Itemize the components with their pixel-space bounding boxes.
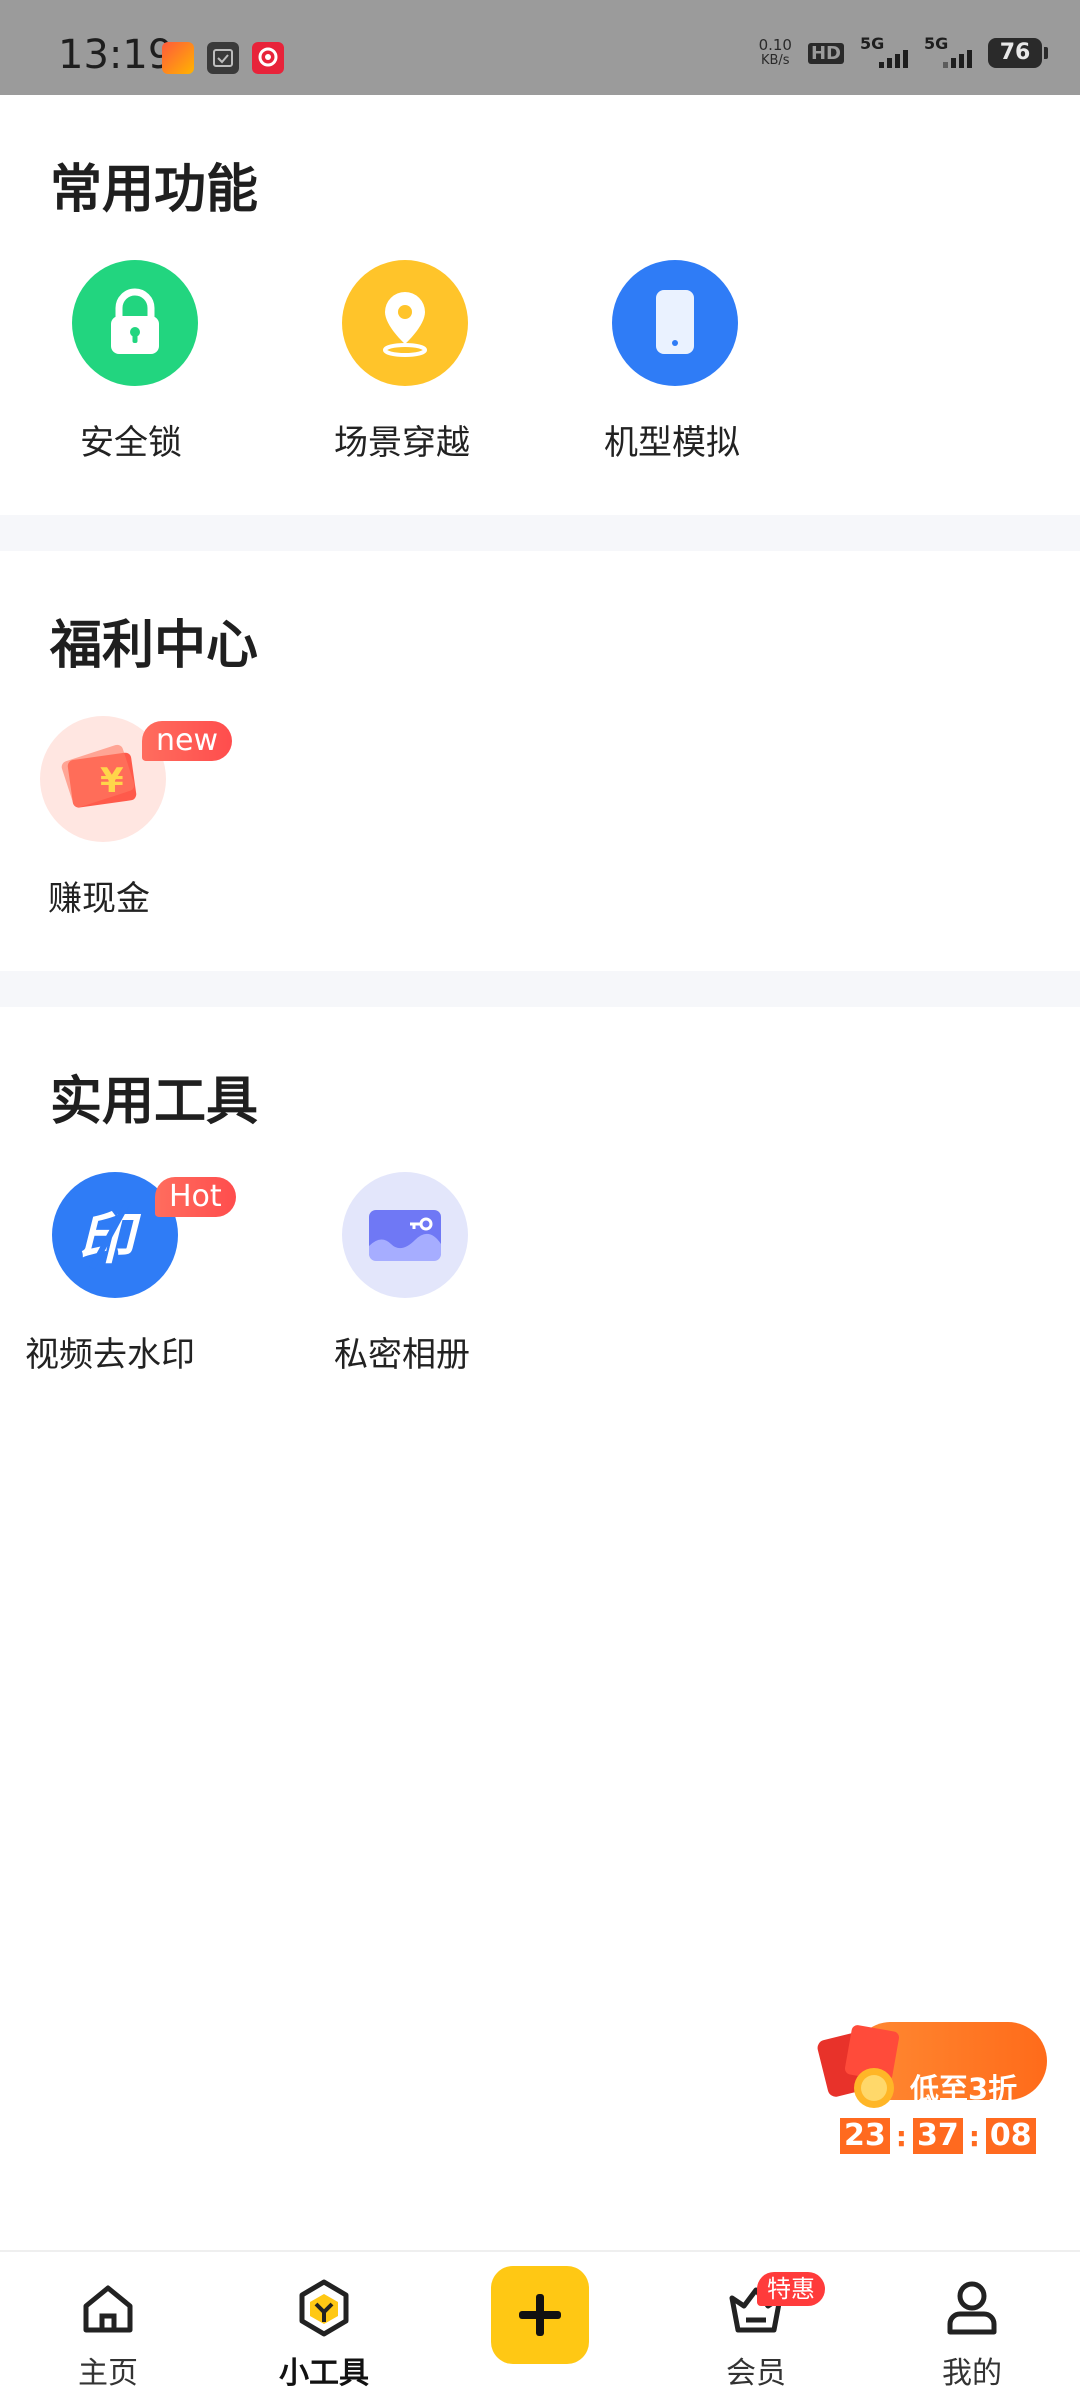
status-right: 0.10 KB/s HD 5G 5G 76 — [758, 34, 1048, 69]
countdown-sep: : — [968, 2119, 980, 2153]
countdown-sep: : — [895, 2119, 907, 2153]
lock-icon — [72, 260, 198, 386]
notification-app-icon-2 — [207, 42, 239, 74]
nav-label: 主页 — [78, 2356, 138, 2391]
nav-tools[interactable]: 小工具 — [244, 2252, 404, 2402]
tile-label: 视频去水印 — [25, 1335, 195, 1375]
tile-label: 安全锁 — [80, 423, 182, 463]
hot-badge: Hot — [155, 1177, 236, 1217]
signal-icon-sim1: 5G — [860, 34, 908, 68]
battery-icon: 76 — [988, 38, 1048, 68]
tile-label: 机型模拟 — [604, 423, 740, 463]
tile-device-simulation[interactable]: 机型模拟 — [600, 260, 750, 463]
notification-app-icon-1 — [162, 42, 194, 74]
countdown-seconds: 08 — [985, 2118, 1036, 2154]
special-offer-badge: 特惠 — [757, 2272, 825, 2306]
home-icon — [83, 2285, 133, 2333]
signal-icon-sim2: 5G — [924, 34, 972, 68]
tile-remove-watermark[interactable]: 印 Hot 视频去水印 — [25, 1172, 245, 1375]
nav-label: 我的 — [942, 2356, 1002, 2391]
svg-text:¥: ¥ — [100, 761, 124, 801]
location-pin-icon — [342, 260, 468, 386]
gift-coin-icon — [817, 2025, 900, 2108]
section-title-tools: 实用工具 — [50, 1072, 259, 1132]
tile-private-album[interactable]: 私密相册 — [330, 1172, 490, 1375]
tile-label: 赚现金 — [48, 879, 150, 919]
section-divider — [0, 515, 1080, 551]
plus-icon — [519, 2294, 561, 2336]
countdown-hours: 23 — [840, 2118, 890, 2154]
new-badge: new — [142, 721, 233, 761]
tools-icon — [299, 2279, 349, 2337]
nav-label: 会员 — [726, 2356, 786, 2391]
status-bar: 13:19 0.10 KB/s HD 5G 5G 76 — [0, 0, 1080, 95]
section-title-common: 常用功能 — [50, 160, 259, 220]
tile-scene-travel[interactable]: 场景穿越 — [330, 260, 480, 463]
plus-button[interactable] — [491, 2266, 589, 2364]
welfare-center-section: 福利中心 ¥ new 赚现金 — [0, 551, 1080, 971]
common-functions-section: 常用功能 安全锁 场景穿越 机型模拟 — [0, 95, 1080, 515]
profile-icon — [947, 2281, 997, 2335]
tile-earn-cash[interactable]: ¥ new 赚现金 — [38, 716, 238, 919]
countdown-minutes: 37 — [912, 2118, 963, 2154]
section-title-welfare: 福利中心 — [50, 616, 259, 676]
nav-home[interactable]: 主页 — [28, 2252, 188, 2402]
section-divider — [0, 971, 1080, 1007]
private-album-icon — [342, 1172, 468, 1298]
bottom-nav: 主页 小工具 会员 特惠 我的 — [0, 2250, 1080, 2402]
tile-label: 场景穿越 — [334, 423, 470, 463]
notification-app-icon-3 — [252, 42, 284, 74]
tile-label: 私密相册 — [334, 1335, 470, 1375]
nav-profile[interactable]: 我的 — [892, 2252, 1052, 2402]
promo-text: 低至3折 — [910, 2072, 1018, 2106]
network-speed: 0.10 KB/s — [758, 36, 792, 69]
status-time: 13:19 — [58, 32, 174, 78]
tile-security-lock[interactable]: 安全锁 — [60, 260, 210, 463]
promo-countdown: 23 : 37 : 08 — [840, 2118, 1036, 2154]
phone-icon — [612, 260, 738, 386]
hd-icon: HD — [807, 42, 844, 64]
discount-promo-banner[interactable]: 低至3折 23 : 37 : 08 — [812, 2020, 1052, 2160]
practical-tools-section: 实用工具 印 Hot 视频去水印 私密相册 — [0, 1007, 1080, 1427]
nav-label: 小工具 — [279, 2356, 369, 2391]
